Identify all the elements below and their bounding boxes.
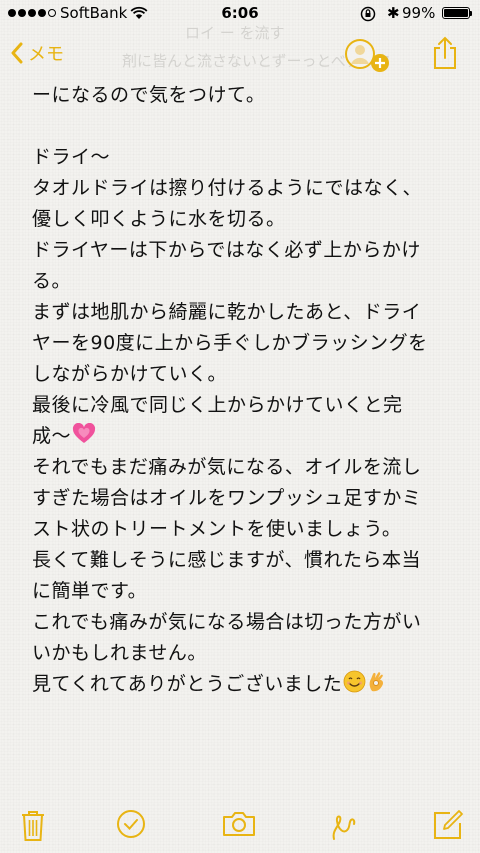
note-line: ヤーを90度に上から手ぐしかブラッシングを — [32, 332, 428, 354]
compose-icon[interactable] — [432, 809, 464, 841]
chevron-left-icon — [11, 42, 23, 64]
battery-icon — [442, 7, 470, 19]
note-line: 優しく叩くように水を切る。 — [32, 208, 286, 230]
back-label: メモ — [28, 44, 64, 65]
note-line: に簡単です。 — [32, 580, 148, 602]
growing-heart-emoji — [73, 423, 96, 443]
note-text-area[interactable]: ーになるので気をつけて。 ドライ〜 タオルドライは擦り付けるようにではなく、 優… — [32, 80, 462, 700]
person-icon — [345, 39, 375, 69]
note-line: 最後に冷風で同じく上からかけていくと完 — [32, 394, 403, 416]
battery-level — [444, 9, 468, 17]
sketch-icon[interactable] — [330, 809, 360, 843]
note-line: る。 — [32, 270, 72, 292]
note-line-with-emoji: 見てくれてありがとうございました — [32, 669, 462, 700]
note-line: ドライヤーは下からではなく必ず上からかけ — [32, 239, 421, 261]
trash-icon[interactable] — [20, 809, 46, 843]
note-line-with-emoji: 成〜 — [32, 421, 462, 452]
note-line: 長くて難しそうに感じますが、慣れたら本当 — [32, 549, 422, 571]
bluetooth-icon: ✱ — [387, 4, 400, 22]
note-line: これでも痛みが気になる場合は切った方がい — [32, 611, 422, 633]
checklist-icon[interactable] — [116, 809, 146, 839]
battery-percentage: 99% — [402, 4, 436, 22]
note-line: スト状のトリートメントを使いましょう。 — [32, 518, 402, 540]
battery-cap — [470, 11, 472, 16]
back-button[interactable]: メモ — [10, 40, 64, 66]
note-line: ーになるので気をつけて。 — [32, 84, 266, 106]
scrolled-text-line: ロイ ー を流す — [185, 24, 285, 42]
note-line: まずは地肌から綺麗に乾かしたあと、ドライ — [32, 301, 422, 323]
note-line: いかもしれません。 — [32, 642, 207, 664]
note-line-text: 成〜 — [32, 425, 72, 447]
bottom-toolbar — [0, 803, 480, 849]
ok-hand-emoji — [369, 672, 384, 692]
note-line: すぎた場合はオイルをワンプッシュ足すかミ — [32, 487, 422, 509]
rotation-lock-icon — [360, 6, 376, 22]
note-line: しながらかけていく。 — [32, 363, 228, 385]
camera-icon[interactable] — [221, 809, 257, 839]
smiling-face-emoji — [343, 670, 366, 693]
add-people-button[interactable] — [343, 38, 393, 76]
share-button[interactable] — [432, 36, 458, 70]
note-line: ドライ〜 — [32, 146, 111, 168]
note-line-text: 見てくれてありがとうございました — [32, 673, 343, 695]
note-line: タオルドライは擦り付けるようにではなく、 — [32, 177, 423, 199]
note-line — [32, 111, 462, 142]
navigation-bar: ロイ ー を流す 剤に皆んと流さないとずーっとべタべタ メモ — [0, 24, 480, 80]
note-line: それでもまだ痛みが気になる、オイルを流し — [32, 456, 422, 478]
plus-badge-icon — [371, 54, 389, 72]
